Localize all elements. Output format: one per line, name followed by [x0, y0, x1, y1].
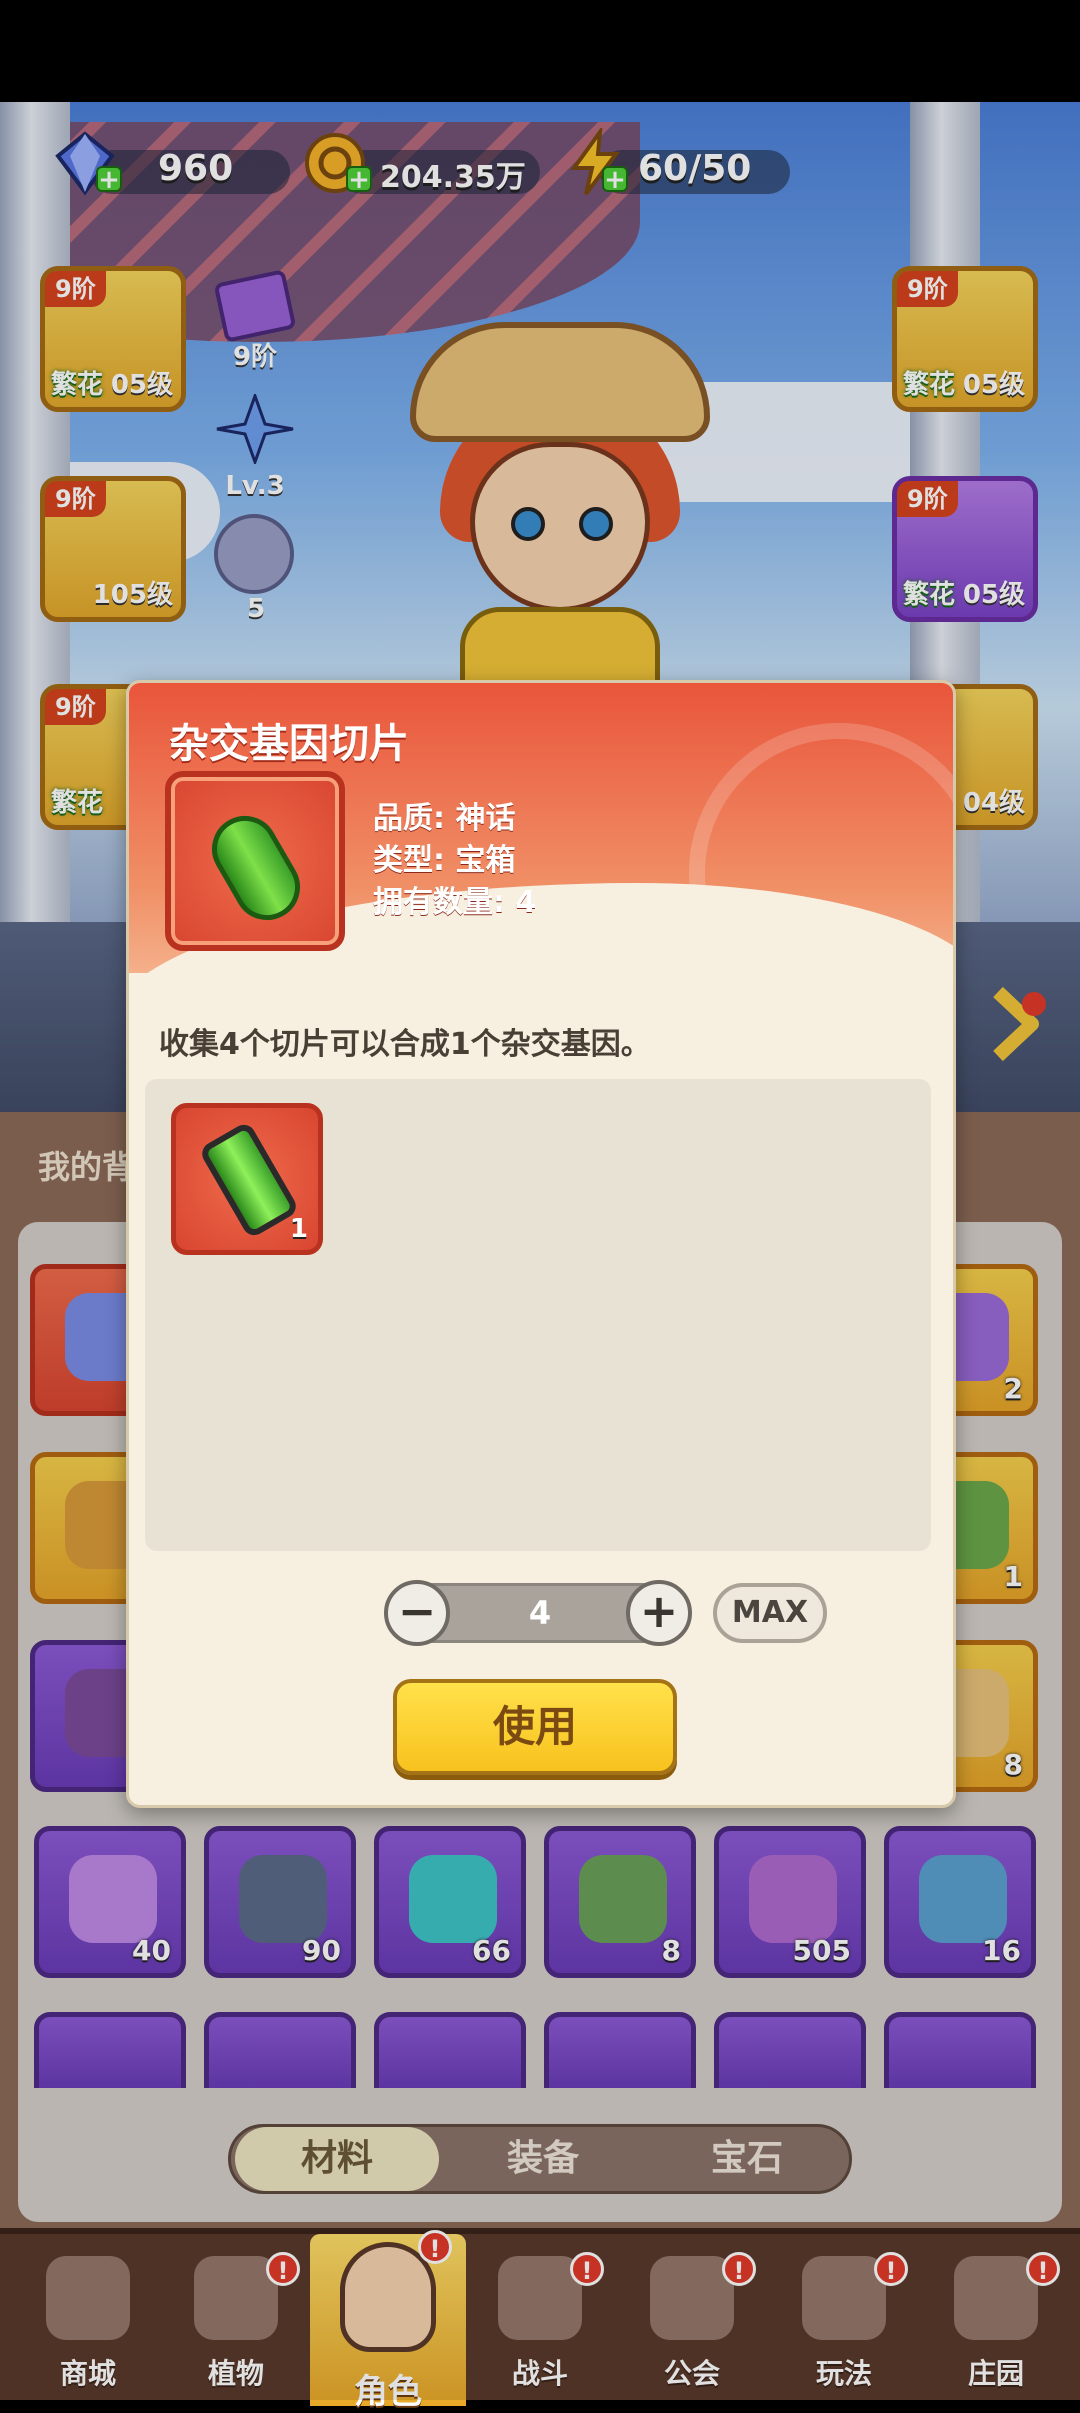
item-icon-frame — [165, 771, 345, 951]
quantity-stepper: − 4 + — [384, 1580, 692, 1646]
quantity-value[interactable]: 4 — [470, 1586, 610, 1640]
reward-count: 1 — [289, 1214, 308, 1244]
item-quality: 品质: 神话 — [373, 801, 516, 836]
gene-tube-icon — [197, 1120, 301, 1240]
item-owned: 拥有数量: 4 — [373, 885, 537, 920]
max-button[interactable]: MAX — [713, 1583, 827, 1643]
use-button[interactable]: 使用 — [393, 1679, 677, 1775]
reward-slot[interactable]: 1 — [171, 1103, 323, 1255]
decrease-button[interactable]: − — [384, 1580, 450, 1646]
item-detail-dialog: 杂交基因切片 品质: 神话 类型: 宝箱 拥有数量: 4 收集4个切片可以合成1… — [126, 680, 956, 1808]
increase-button[interactable]: + — [626, 1580, 692, 1646]
reward-panel: 1 — [145, 1079, 931, 1551]
gene-capsule-icon — [199, 803, 313, 933]
item-name: 杂交基因切片 — [169, 721, 409, 767]
item-description: 收集4个切片可以合成1个杂交基因。 — [159, 1027, 651, 1062]
status-bar — [0, 0, 1080, 102]
item-type: 类型: 宝箱 — [373, 843, 516, 878]
